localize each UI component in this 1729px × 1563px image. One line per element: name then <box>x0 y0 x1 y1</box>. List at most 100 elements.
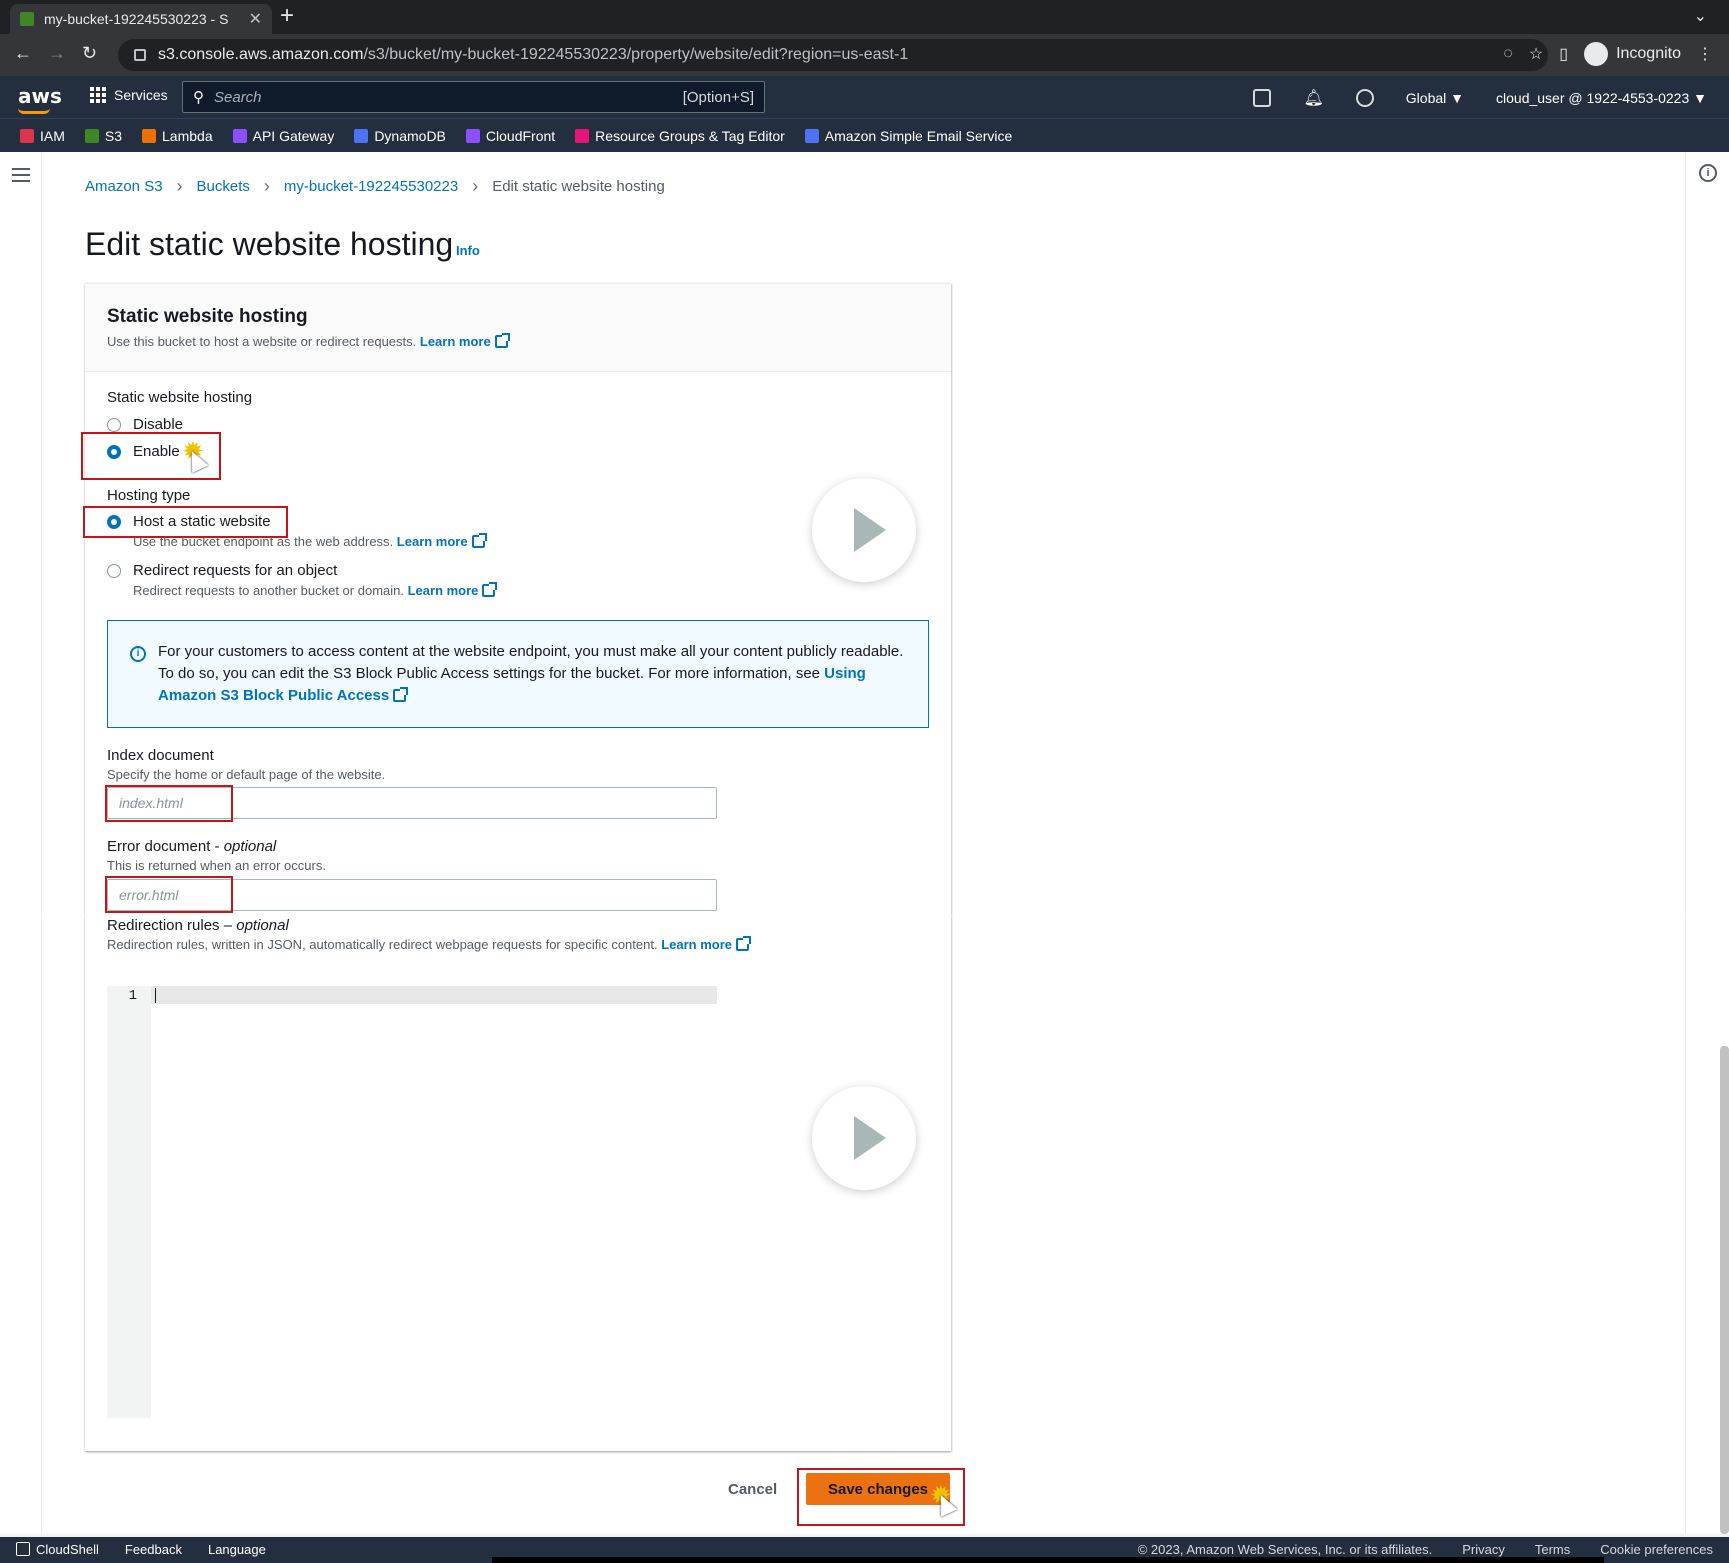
incognito-icon <box>1584 42 1609 66</box>
language-link[interactable]: Language <box>208 1542 266 1557</box>
favorite-label: Lambda <box>162 127 213 144</box>
back-icon[interactable]: ← <box>14 43 32 64</box>
privacy-link[interactable]: Privacy <box>1462 1542 1505 1557</box>
info-panel-icon[interactable]: i <box>1699 164 1717 182</box>
favorite-iam[interactable]: IAM <box>20 128 65 144</box>
redirect-desc-text: Redirect requests to another bucket or d… <box>133 583 404 598</box>
panel-header: Static website hosting Use this bucket t… <box>85 284 951 372</box>
breadcrumb-current: Edit static website hosting <box>492 178 665 195</box>
play-button[interactable] <box>812 1086 916 1190</box>
menu-icon[interactable] <box>12 168 30 186</box>
browser-menu-icon[interactable]: ⋮ <box>1697 44 1713 64</box>
search-icon: ⚲ <box>193 89 204 106</box>
breadcrumb-amazon-s3[interactable]: Amazon S3 <box>85 178 163 195</box>
redirect-label[interactable]: Redirect requests for an object <box>133 562 337 579</box>
help-icon[interactable] <box>1355 89 1374 107</box>
optional-text: optional <box>223 838 277 855</box>
text-caret <box>155 988 156 1003</box>
learn-more-link[interactable]: Learn more <box>661 937 732 952</box>
highlight-box <box>105 785 233 822</box>
copyright: © 2023, Amazon Web Services, Inc. or its… <box>1137 1542 1433 1557</box>
account-menu[interactable]: cloud_user @ 1922-4553-0223 ▼ <box>1496 90 1707 106</box>
grid-icon <box>90 87 106 103</box>
incognito-profile[interactable]: Incognito <box>1584 42 1681 66</box>
terms-link[interactable]: Terms <box>1535 1542 1570 1557</box>
panel-description: Use this bucket to host a website or red… <box>107 333 510 349</box>
hosting-type-label: Hosting type <box>107 487 191 504</box>
api-gateway-icon <box>232 128 247 143</box>
favorite-label: Resource Groups & Tag Editor <box>595 127 785 144</box>
address-bar[interactable]: s3.console.aws.amazon.com/s3/bucket/my-b… <box>118 39 1548 71</box>
external-link-icon <box>393 687 409 702</box>
panel-description-text: Use this bucket to host a website or red… <box>107 334 417 349</box>
page-scrollbar[interactable] <box>1720 1046 1729 1534</box>
redirect-radio[interactable] <box>107 564 121 578</box>
s3-favicon-icon <box>20 12 34 26</box>
redirect-rules-desc: Redirection rules, written in JSON, auto… <box>107 936 752 952</box>
reload-icon[interactable]: ↻ <box>82 43 97 64</box>
alert-text: For your customers to access content at … <box>158 641 918 707</box>
video-progress-bar <box>492 1557 1604 1563</box>
aws-top-nav: aws Services ⚲ Search [Option+S] 🔔︎ Glob… <box>0 76 1729 118</box>
hosting-label: Static website hosting <box>107 389 253 406</box>
index-label: Index document <box>107 747 214 764</box>
lambda-icon <box>142 128 157 143</box>
learn-more-link[interactable]: Learn more <box>408 583 479 598</box>
feedback-link[interactable]: Feedback <box>125 1542 182 1557</box>
ses-icon <box>804 128 819 143</box>
alert-message: For your customers to access content at … <box>158 643 904 682</box>
chevron-right-icon: › <box>472 176 479 196</box>
close-tab-icon[interactable]: ✕ <box>249 9 262 29</box>
error-label: Error document - optional <box>107 838 276 855</box>
console-footer: CloudShell Feedback Language © 2023, Ama… <box>0 1537 1729 1563</box>
new-tab-icon[interactable]: + <box>280 2 294 30</box>
favorite-label: DynamoDB <box>374 127 446 144</box>
learn-more-link[interactable]: Learn more <box>397 534 468 549</box>
external-link-icon <box>482 582 498 597</box>
dynamodb-icon <box>354 128 369 143</box>
favorite-label: S3 <box>104 127 123 144</box>
cloudshell-link[interactable]: CloudShell <box>16 1542 99 1557</box>
resource-groups-icon <box>575 128 590 143</box>
favorite-api-gateway[interactable]: API Gateway <box>232 127 335 144</box>
favorite-resource-groups[interactable]: Resource Groups & Tag Editor <box>575 128 785 144</box>
breadcrumb-buckets[interactable]: Buckets <box>197 178 250 195</box>
cancel-button[interactable]: Cancel <box>716 1475 789 1504</box>
index-desc: Specify the home or default page of the … <box>107 767 386 782</box>
tab-search-icon[interactable]: ⌄ <box>1694 6 1707 26</box>
cloudshell-icon <box>16 1542 30 1556</box>
cloudfront-icon <box>465 128 480 143</box>
disable-label[interactable]: Disable <box>133 416 183 433</box>
favorite-label: API Gateway <box>252 127 335 144</box>
region-selector[interactable]: Global ▼ <box>1406 90 1464 106</box>
favorite-lambda[interactable]: Lambda <box>142 128 213 144</box>
iam-icon <box>20 128 34 143</box>
breadcrumb: Amazon S3 › Buckets › my-bucket-19224553… <box>85 176 665 197</box>
notifications-bell-icon[interactable]: 🔔︎ <box>1303 88 1323 108</box>
cookie-preferences-link[interactable]: Cookie preferences <box>1600 1542 1713 1557</box>
disable-radio[interactable] <box>107 418 121 432</box>
side-panel-icon[interactable]: ▯ <box>1559 44 1568 64</box>
learn-more-link[interactable]: Learn more <box>420 334 491 349</box>
favorites-bar: IAM S3 Lambda API Gateway DynamoDB Cloud… <box>0 118 1729 152</box>
favorite-ses[interactable]: Amazon Simple Email Service <box>804 128 1012 144</box>
cloudshell-icon[interactable] <box>1253 89 1272 107</box>
services-menu[interactable]: Services <box>90 87 168 103</box>
redirection-rules-editor[interactable]: 1 <box>107 986 717 1418</box>
aws-logo[interactable]: aws <box>18 84 62 114</box>
redirect-desc: Redirect requests to another bucket or d… <box>133 582 498 598</box>
favorite-dynamodb[interactable]: DynamoDB <box>354 128 446 144</box>
favorite-cloudfront[interactable]: CloudFront <box>465 128 555 144</box>
bookmark-star-icon[interactable]: ☆ <box>1529 44 1543 64</box>
chevron-right-icon: › <box>176 176 183 196</box>
forward-icon[interactable]: → <box>48 43 66 64</box>
play-button[interactable] <box>812 478 916 582</box>
panel-title: Static website hosting <box>107 306 308 327</box>
browser-tab[interactable]: my-bucket-192245530223 - S ✕ <box>10 4 272 34</box>
breadcrumb-bucket[interactable]: my-bucket-192245530223 <box>284 178 458 195</box>
info-link[interactable]: Info <box>456 243 480 258</box>
optional-text: optional <box>236 917 289 934</box>
console-search[interactable]: ⚲ Search [Option+S] <box>182 81 765 113</box>
eye-off-icon[interactable]: ◌ <box>1503 45 1513 63</box>
favorite-s3[interactable]: S3 <box>84 127 123 144</box>
